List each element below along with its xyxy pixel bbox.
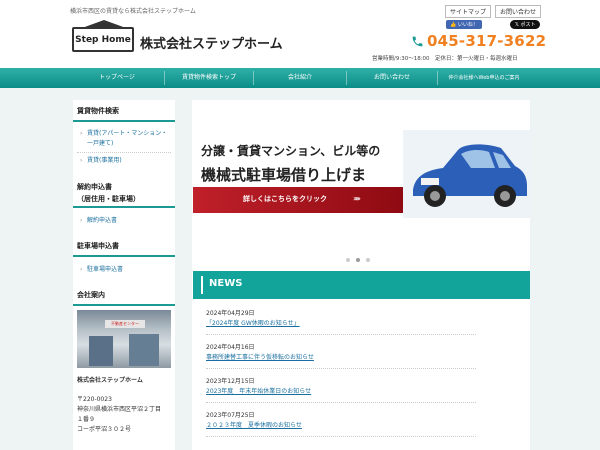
utility-links: サイトマップ お問い合わせ xyxy=(445,5,542,18)
news-item: 2023年12月15日 2023年度 年末年始休業日のお知らせ xyxy=(206,377,518,411)
news-link[interactable]: 「2024年度 GW休暇のお知らせ」 xyxy=(206,319,518,329)
car-illustration-icon xyxy=(403,130,530,218)
news-item: 2024年04月16日 事務所建替工事に伴う仮移転のお知らせ xyxy=(206,343,518,377)
sidebar-link-commercial[interactable]: 賃貸(事業用) xyxy=(73,153,175,169)
office-window xyxy=(89,336,113,366)
nav-company[interactable]: 会社紹介 xyxy=(254,68,346,88)
news-link[interactable]: 2023年度 年末年始休業日のお知らせ xyxy=(206,387,518,397)
chevron-right-icon: ››››› xyxy=(353,194,361,203)
post-label: ポスト xyxy=(520,22,536,28)
news-accent-bar xyxy=(201,276,203,294)
sidebar: 賃貸物件検索 賃貸(アパート・マンション・一戸建て) 賃貸(事業用) 解約申込書… xyxy=(73,100,175,450)
company-info-name: 株式会社ステップホーム xyxy=(77,377,143,384)
news-item: 2023年07月25日 ２０２３年度 夏季休暇のお知らせ xyxy=(206,411,518,445)
company-address-line3: コーポ平沼３０２号 xyxy=(77,426,132,433)
news-item: 2024年04月29日 「2024年度 GW休暇のお知らせ」 xyxy=(206,309,518,343)
sidebar-heading-parking: 駐車場申込書 xyxy=(77,242,119,250)
banner-cta-button[interactable]: 詳しくはこちらをクリック ››››› xyxy=(193,187,403,213)
company-address-line1: 神奈川県横浜市西区平沼２丁目 xyxy=(77,406,162,413)
news-date: 2023年07月25日 xyxy=(206,412,255,419)
sidebar-heading-company: 会社案内 xyxy=(77,291,105,299)
news-link[interactable]: 事務所建替工事に伴う仮移転のお知らせ xyxy=(206,353,518,363)
news-title: NEWS xyxy=(209,278,243,289)
office-sign: 不動産センター xyxy=(105,320,145,328)
sidebar-heading-cancellation: 解約申込書 （居住用・駐車場） xyxy=(77,183,140,203)
business-hours: 営業時間/9:30～18:00 定休日：第一火曜日・毎週水曜日 xyxy=(372,56,518,62)
company-postal-code: 〒220-0023 xyxy=(77,396,112,403)
phone-number-text: 045-317-3622 xyxy=(427,32,547,50)
nav-top-page[interactable]: トップページ xyxy=(70,68,164,88)
site-tagline: 横浜市西区の賃貸なら株式会社ステップホーム xyxy=(70,8,196,15)
divider xyxy=(206,368,476,369)
contact-link[interactable]: お問い合わせ xyxy=(495,5,542,18)
banner-text-area: 分譲・賃貸マンション、ビル等の 機械式駐車場借り上げます！！ 詳しくはこちらをク… xyxy=(193,130,403,218)
company-name: 株式会社ステップホーム xyxy=(140,37,283,52)
social-buttons: 👍 いいね！ 𝕏 ポスト xyxy=(446,20,541,29)
divider xyxy=(206,402,476,403)
sidebar-heading-rental-search: 賃貸物件検索 xyxy=(77,107,119,115)
slider-pagination xyxy=(346,258,370,262)
nav-contact[interactable]: お問い合わせ xyxy=(347,68,437,88)
sidebar-link-parking-form[interactable]: 駐車場申込書 xyxy=(73,262,175,278)
slider-dot[interactable] xyxy=(366,258,370,262)
parking-banner[interactable]: 分譲・賃貸マンション、ビル等の 機械式駐車場借り上げます！！ 詳しくはこちらをク… xyxy=(193,130,530,218)
divider xyxy=(206,334,476,335)
main-nav: トップページ 賃貸物件検索トップ 会社紹介 お問い合わせ 仲介会社様へWeb申込… xyxy=(0,68,600,88)
facebook-like-button[interactable]: 👍 いいね！ xyxy=(446,20,482,29)
news-link[interactable]: ２０２３年度 夏季休暇のお知らせ xyxy=(206,421,518,431)
news-list: 2024年04月29日 「2024年度 GW休暇のお知らせ」 2024年04月1… xyxy=(206,309,518,445)
x-post-button[interactable]: 𝕏 ポスト xyxy=(509,20,541,29)
nav-rental-search[interactable]: 賃貸物件検索トップ xyxy=(165,68,253,88)
nav-web-application[interactable]: 仲介会社様へWeb申込のご案内 xyxy=(438,68,530,88)
site-header: 横浜市西区の賃貸なら株式会社ステップホーム サイトマップ お問い合わせ Step… xyxy=(0,0,600,68)
banner-headline: 分譲・賃貸マンション、ビル等の xyxy=(201,144,381,158)
phone-icon xyxy=(412,36,423,46)
news-date: 2024年04月16日 xyxy=(206,344,255,351)
sidebar-link-cancellation-form[interactable]: 解約申込書 xyxy=(73,213,175,229)
slider-dot-active[interactable] xyxy=(356,258,360,262)
sidebar-rule xyxy=(73,304,175,306)
news-header: NEWS xyxy=(193,271,530,299)
like-label: いいね！ xyxy=(457,22,478,28)
divider xyxy=(206,436,476,437)
phone-number[interactable]: 045-317-3622 xyxy=(411,32,546,50)
news-date: 2023年12月15日 xyxy=(206,378,255,385)
logo-text: Step Home xyxy=(75,35,131,45)
slider-dot[interactable] xyxy=(346,258,350,262)
main-content: 分譲・賃貸マンション、ビル等の 機械式駐車場借り上げます！！ 詳しくはこちらをク… xyxy=(192,100,530,450)
company-logo[interactable]: Step Home xyxy=(72,20,134,52)
sidebar-link-residential[interactable]: 賃貸(アパート・マンション・一戸建て) xyxy=(73,126,175,152)
banner-cta-label: 詳しくはこちらをクリック xyxy=(243,195,327,203)
office-window xyxy=(129,334,159,366)
office-photo: 不動産センター xyxy=(77,310,171,368)
company-address-line2: １番９ xyxy=(77,416,96,423)
news-date: 2024年04月29日 xyxy=(206,310,255,317)
sitemap-link[interactable]: サイトマップ xyxy=(445,5,492,18)
